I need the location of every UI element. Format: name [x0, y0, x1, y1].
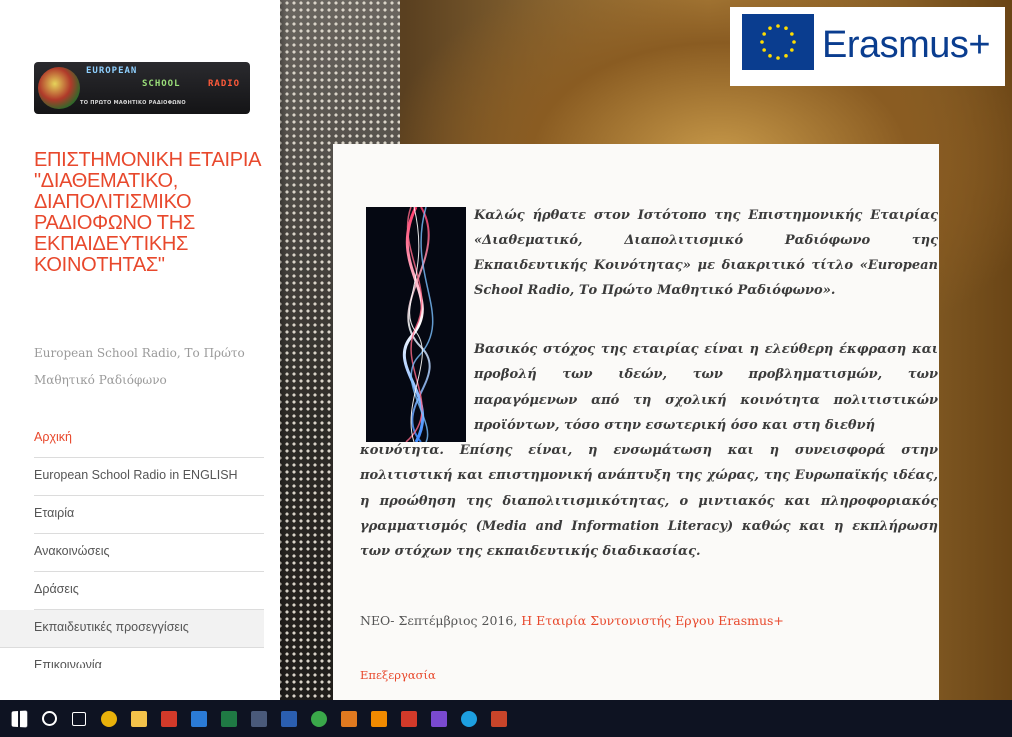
windows-start-icon[interactable] [6, 706, 32, 732]
nav-item-educational-approaches[interactable]: Εκπαιδευτικές προσεγγίσεις [0, 610, 264, 648]
erasmus-wordmark: Erasmus+ [822, 24, 991, 66]
eu-star [792, 40, 796, 44]
eu-flag-icon [742, 14, 814, 70]
news-prefix: ΝΕΟ- Σεπτέμβριος 2016, [360, 613, 518, 628]
eu-star [762, 48, 766, 52]
site-title[interactable]: ΕΠΙΣΤΗΜΟΝΙΚΗ ΕΤΑΙΡΙΑ "ΔΙΑΘΕΜΑΤΙΚΟ, ΔΙΑΠΟ… [34, 150, 274, 276]
chrome-icon[interactable] [96, 706, 122, 732]
goal-paragraph: Βασικός στόχος της εταιρίας είναι η ελεύ… [360, 337, 938, 565]
site-logo[interactable]: EUROPEAN SCHOOL RADIO ΤΟ ΠΡΩΤΟ ΜΑΘΗΤΙΚΟ … [34, 62, 250, 114]
nav-item-announcements[interactable]: Ανακοινώσεις [34, 534, 264, 572]
skype-icon[interactable] [456, 706, 482, 732]
nav-item-home[interactable]: Αρχική [34, 420, 264, 458]
eu-star [790, 48, 794, 52]
nav-item-contact[interactable]: Επικοινωνία [34, 648, 264, 668]
eu-star [760, 40, 764, 44]
nav-item-actions[interactable]: Δράσεις [34, 572, 264, 610]
edit-link[interactable]: Επεξεργασία [360, 667, 436, 683]
powerpoint-icon[interactable] [486, 706, 512, 732]
excel-icon[interactable] [216, 706, 242, 732]
news-link[interactable]: Η Εταιρία Συντονιστής Εργου Erasmus+ [521, 613, 784, 628]
app-purple-icon[interactable] [426, 706, 452, 732]
eu-star [790, 32, 794, 36]
news-line: ΝΕΟ- Σεπτέμβριος 2016, Η Εταιρία Συντονι… [360, 611, 784, 631]
eu-star [768, 54, 772, 58]
eu-star [776, 24, 780, 28]
file-explorer-icon[interactable] [126, 706, 152, 732]
vlc-icon[interactable] [366, 706, 392, 732]
app-orange-icon[interactable] [336, 706, 362, 732]
nav-item-english[interactable]: European School Radio in ENGLISH [34, 458, 264, 496]
eu-star [784, 54, 788, 58]
intro-paragraph: Καλώς ήρθατε στον Ιστότοπο της Επιστημον… [474, 208, 938, 298]
site-subtitle: European School Radio, Το Πρώτο Μαθητικό… [34, 346, 245, 387]
nav-item-company[interactable]: Εταιρία [34, 496, 264, 534]
logo-disc-icon [38, 67, 80, 109]
logo-tagline: ΤΟ ΠΡΩΤΟ ΜΑΘΗΤΙΚΟ ΡΑΔΙΟΦΩΝΟ [80, 100, 186, 106]
app-blue-icon[interactable] [186, 706, 212, 732]
eu-star [784, 26, 788, 30]
goal-rest: κοινότητα. Επίσης είναι, η ενσωμάτωση κα… [360, 443, 938, 560]
logo-line-2b: RADIO [208, 79, 241, 89]
word-icon[interactable] [276, 706, 302, 732]
logo-line-1: EUROPEAN [86, 66, 138, 76]
main-nav: Αρχική European School Radio in ENGLISH … [0, 420, 264, 668]
app-dark-icon[interactable] [246, 706, 272, 732]
erasmus-logo[interactable]: Erasmus+ [730, 7, 1005, 86]
sidebar: EUROPEAN SCHOOL RADIO ΤΟ ΠΡΩΤΟ ΜΑΘΗΤΙΚΟ … [0, 0, 280, 700]
eu-star [776, 56, 780, 60]
eu-star [768, 26, 772, 30]
windows-taskbar [0, 700, 1012, 737]
acrobat-icon[interactable] [156, 706, 182, 732]
eu-star [762, 32, 766, 36]
app-green-icon[interactable] [306, 706, 332, 732]
task-view-icon[interactable] [66, 706, 92, 732]
goal-lead: Βασικός στόχος της εταιρίας είναι η ελεύ… [474, 342, 938, 433]
search-icon[interactable] [36, 706, 62, 732]
logo-line-2a: SCHOOL [142, 79, 181, 89]
app-red-icon[interactable] [396, 706, 422, 732]
